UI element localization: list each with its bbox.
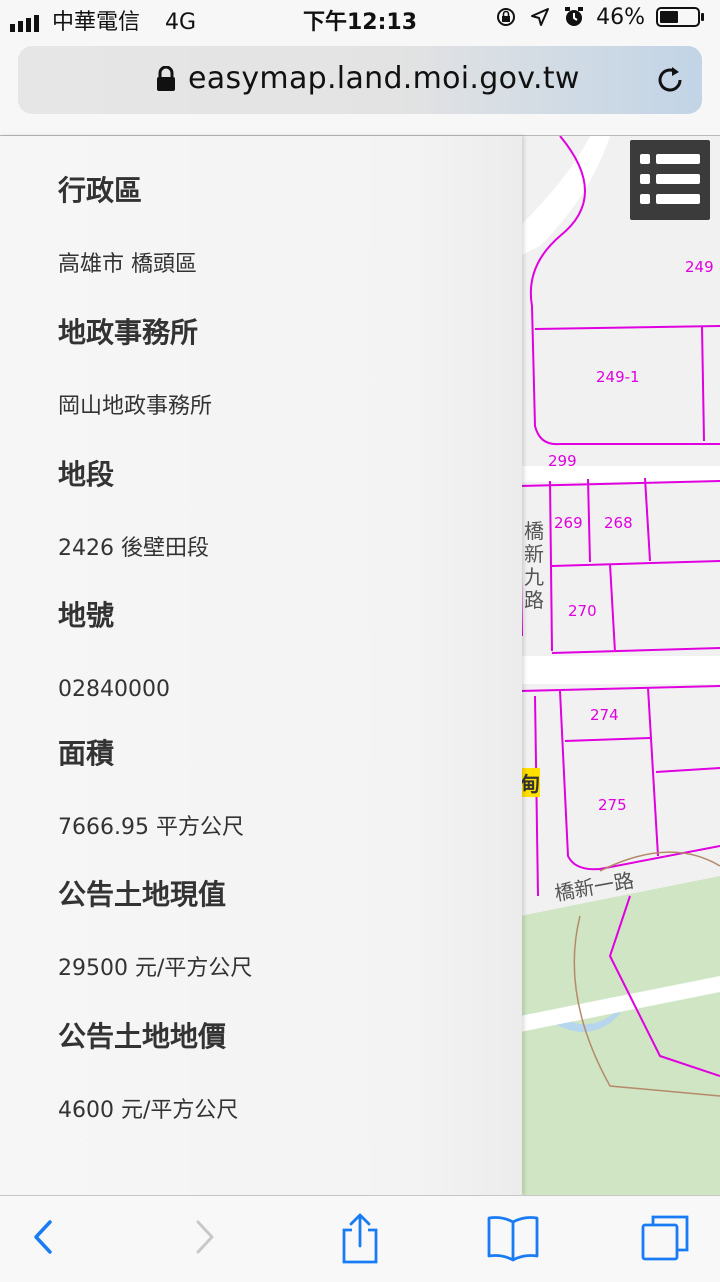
parcel-line <box>655 767 720 773</box>
parcel-label: 274 <box>590 706 619 724</box>
location-arrow-icon <box>531 8 550 26</box>
info-section: 地段 2426 後壁田段 <box>58 450 209 564</box>
signal-icon <box>10 15 39 32</box>
parcel-line <box>549 480 553 652</box>
carrier-area: 中華電信 4G <box>10 4 196 36</box>
parcel-label: 270 <box>568 602 597 620</box>
section-value: 02840000 <box>58 677 170 702</box>
section-label: 公告土地地價 <box>58 1020 227 1053</box>
section-label: 公告土地現值 <box>58 878 227 911</box>
parcel-line <box>520 685 720 692</box>
carrier-name: 中華電信 <box>52 10 141 35</box>
parcel-line <box>551 560 720 567</box>
status-right: 46% <box>495 4 706 30</box>
road-label: 橋新九路 <box>524 519 544 612</box>
section-value: 高雄市 橋頭區 <box>58 252 197 277</box>
road-curve <box>520 136 610 256</box>
reload-icon[interactable] <box>654 64 686 96</box>
parcel-line <box>551 647 720 654</box>
map-canvas[interactable] <box>520 136 720 1195</box>
parcel-label: 268 <box>604 514 633 532</box>
back-icon[interactable] <box>28 1212 58 1262</box>
section-label: 地段 <box>58 458 115 491</box>
info-section: 公告土地現值 29500 元/平方公尺 <box>58 870 252 984</box>
orientation-lock-icon <box>497 8 516 26</box>
land-info-panel: 行政區 高雄市 橋頭區 地政事務所 岡山地政事務所 地段 2426 後壁田段 地… <box>0 136 522 1195</box>
info-section: 公告土地地價 4600 元/平方公尺 <box>58 1012 238 1126</box>
section-value: 2426 後壁田段 <box>58 536 209 561</box>
url-text[interactable]: easymap.land.moi.gov.tw <box>188 61 580 96</box>
parcel-label: 299 <box>548 452 577 470</box>
parcel-label: 275 <box>598 796 627 814</box>
parcel-line <box>701 325 705 442</box>
section-label: 行政區 <box>58 174 143 207</box>
parcel-label: 249 <box>685 258 714 276</box>
info-section: 面積 7666.95 平方公尺 <box>58 729 244 843</box>
parcel-line <box>587 478 591 563</box>
parcel-line <box>644 477 651 562</box>
parcel-line <box>564 737 651 742</box>
section-label: 地號 <box>58 599 115 632</box>
battery-icon <box>656 7 704 27</box>
share-icon[interactable] <box>338 1212 382 1266</box>
network-type: 4G <box>165 10 197 35</box>
parcel-label: 249-1 <box>596 368 640 386</box>
section-label: 面積 <box>58 737 115 770</box>
info-section: 地政事務所 岡山地政事務所 <box>58 308 212 422</box>
address-bar[interactable]: easymap.land.moi.gov.tw <box>18 46 702 114</box>
road-mid <box>520 656 720 684</box>
bookmarks-icon[interactable] <box>486 1212 540 1262</box>
section-value: 4600 元/平方公尺 <box>58 1098 239 1123</box>
lock-icon <box>157 66 175 91</box>
info-section: 地號 02840000 <box>58 591 170 705</box>
parcel-line <box>534 325 720 330</box>
section-value: 7666.95 平方公尺 <box>58 815 244 840</box>
map-view[interactable]: 249 249-1 299 269 268 270 274 275 橋新九路 橋… <box>520 136 720 1195</box>
parcel-label: 269 <box>554 514 583 532</box>
section-value: 岡山地政事務所 <box>58 394 213 419</box>
forward-icon[interactable] <box>190 1212 220 1262</box>
tabs-icon[interactable] <box>640 1212 692 1264</box>
status-bar: 中華電信 4G 下午12:13 46% <box>0 0 720 40</box>
browser-toolbar <box>0 1195 720 1282</box>
battery-percent: 46% <box>596 4 645 30</box>
road-label: 甸 <box>520 768 540 797</box>
alarm-icon <box>565 7 584 26</box>
parcel-line <box>559 690 720 871</box>
list-icon <box>640 154 700 204</box>
section-value: 29500 元/平方公尺 <box>58 956 253 981</box>
parcel-line <box>609 563 616 653</box>
section-label: 地政事務所 <box>58 316 199 349</box>
layer-menu-button[interactable] <box>630 140 710 220</box>
info-section: 行政區 高雄市 橋頭區 <box>58 166 197 280</box>
